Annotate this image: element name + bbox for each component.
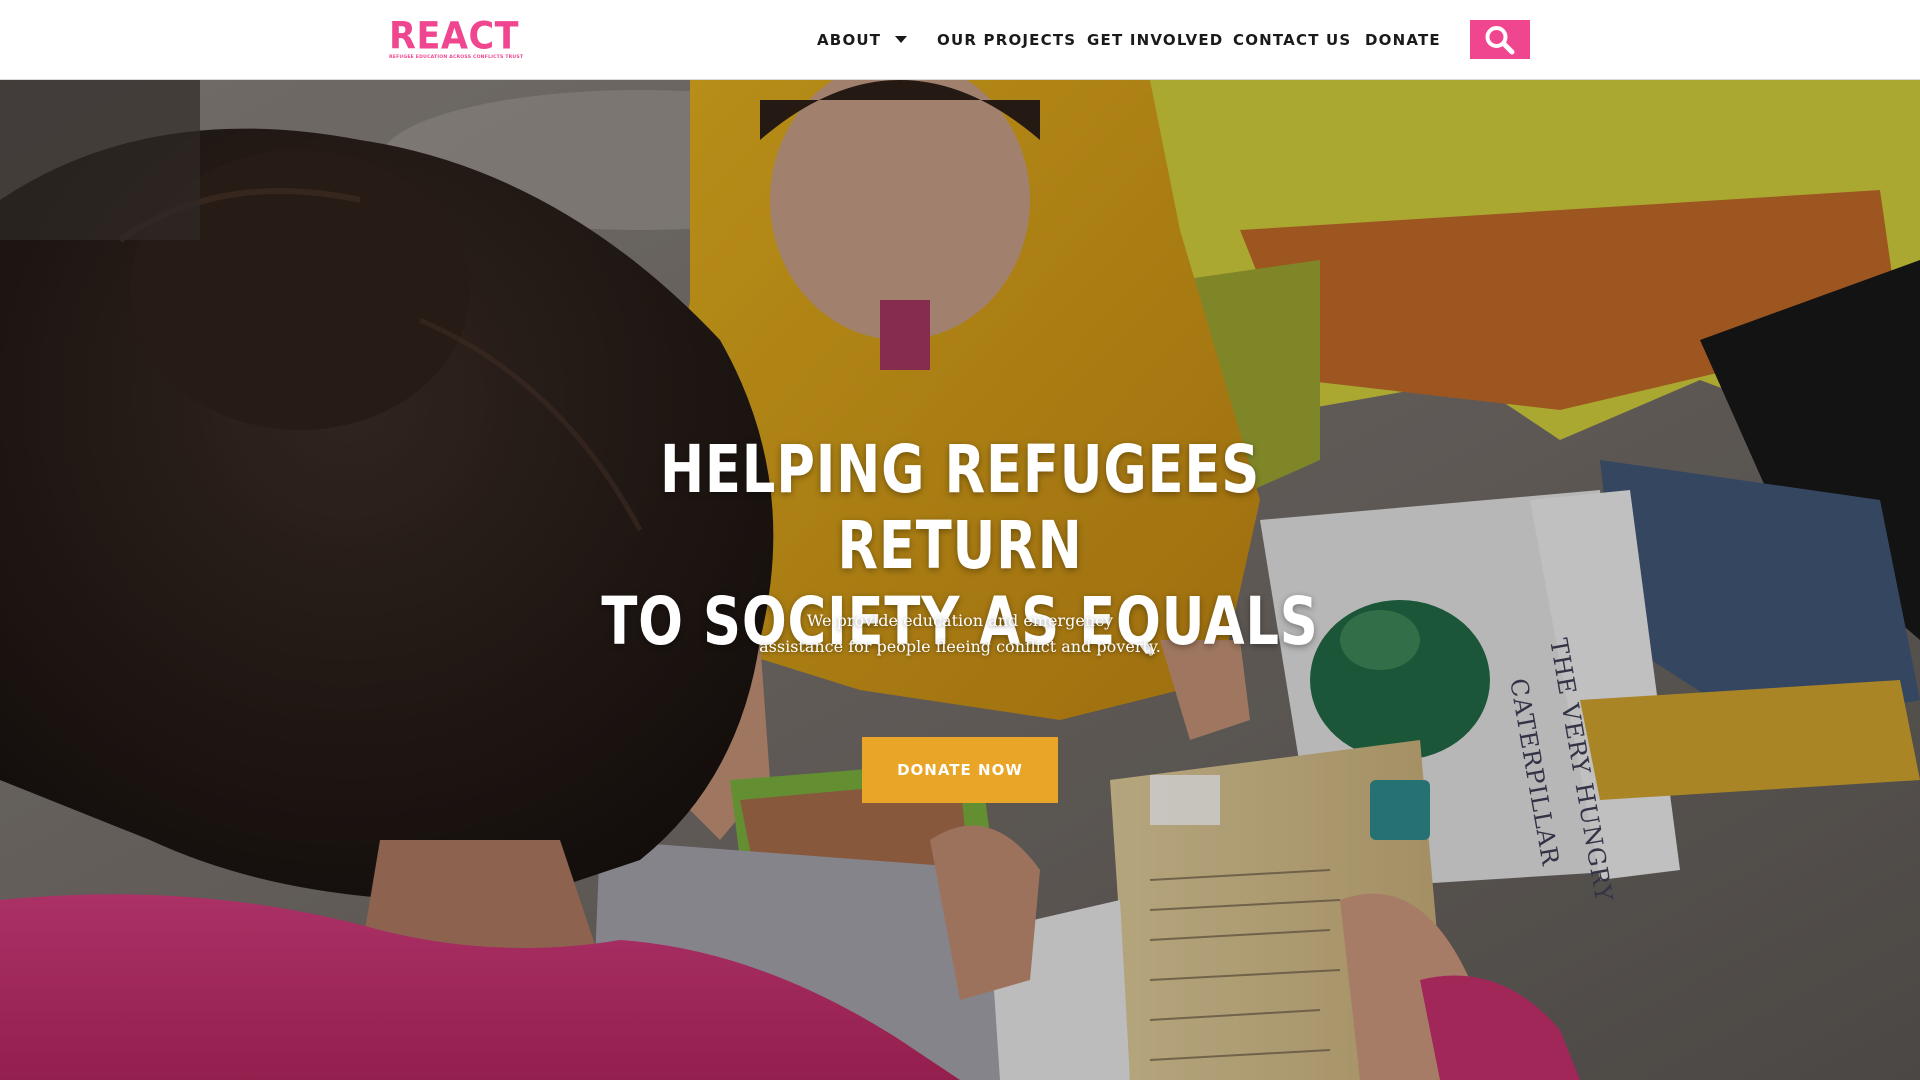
- hero-subtitle-line-2: assistance for people fleeing conflict a…: [759, 637, 1161, 656]
- nav-donate[interactable]: DONATE: [1365, 0, 1441, 79]
- nav-our-projects[interactable]: OUR PROJECTS: [937, 0, 1076, 79]
- react-logo[interactable]: REACT REFUGEE EDUCATION ACROSS CONFLICTS…: [389, 14, 523, 63]
- hero-section: THE VERY HUNGRY CATERPILLAR HELPING REFU…: [0, 80, 1920, 1080]
- hero-title-line-1: HELPING REFUGEES RETURN: [659, 431, 1261, 584]
- hero-subtitle: We provide education and emergency assis…: [710, 608, 1210, 660]
- site-header: REACT REFUGEE EDUCATION ACROSS CONFLICTS…: [0, 0, 1920, 80]
- hero-subtitle-line-1: We provide education and emergency: [806, 611, 1114, 630]
- nav-contact-us[interactable]: CONTACT US: [1233, 0, 1351, 79]
- donate-now-button[interactable]: DONATE NOW: [862, 737, 1058, 803]
- search-icon: [1485, 25, 1515, 54]
- nav-about-label: ABOUT: [817, 30, 882, 49]
- caret-down-icon: [895, 35, 908, 43]
- search-button[interactable]: [1470, 20, 1530, 59]
- nav-get-involved[interactable]: GET INVOLVED: [1087, 0, 1223, 79]
- logo-wordmark: REACT: [389, 14, 520, 59]
- nav-about[interactable]: ABOUT: [817, 0, 908, 79]
